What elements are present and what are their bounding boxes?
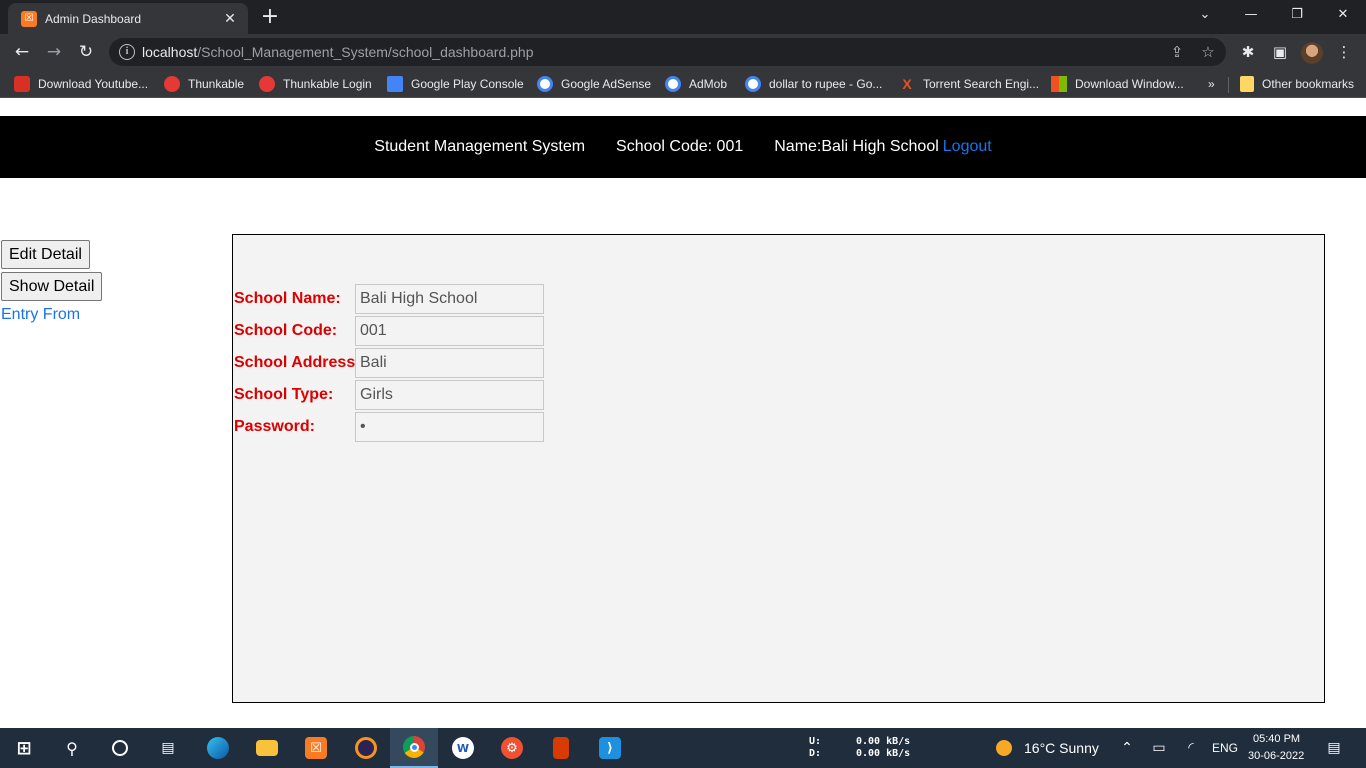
clock-time[interactable]: 05:40 PM [1253,733,1300,745]
address-bar[interactable]: i localhost/School_Management_System/sch… [109,38,1226,66]
show-hidden-icons[interactable]: ⌃ [1117,738,1137,758]
extensions-icon[interactable]: ✱ [1234,38,1262,66]
task-view-icon[interactable]: ▤ [144,728,192,768]
word-online-icon[interactable]: W [439,728,487,768]
share-icon[interactable]: ⇪ [1167,42,1187,62]
youtube-download-icon [14,76,30,92]
folder-icon [1240,76,1254,92]
school-address-field[interactable]: Bali [355,348,544,378]
bookmarks-overflow-icon[interactable]: » [1208,75,1215,93]
close-window-icon[interactable]: ✕ [1320,0,1366,30]
close-tab-icon[interactable]: ✕ [222,11,238,27]
git-icon[interactable]: ⚙ [488,728,536,768]
field-label: School Type: [234,386,334,403]
page-content: Student Management System School Code: 0… [0,98,1366,728]
bookmark-item[interactable]: Thunkable Login [259,75,372,93]
xampp-icon: ☒ [21,10,37,27]
restore-icon[interactable]: ❐ [1274,0,1320,30]
thunkable-icon [164,76,180,92]
play-console-icon [387,76,403,92]
torrent-icon: X [902,76,912,92]
side-panel-icon[interactable]: ▣ [1266,38,1294,66]
system-title: Student Management System [374,138,586,155]
bookmark-item[interactable]: Google Play Console [387,75,524,93]
school-code-field[interactable]: 001 [355,316,544,346]
eclipse-icon[interactable] [342,728,390,768]
field-label: School Code: [234,322,338,339]
file-explorer-icon[interactable] [243,728,291,768]
logout-link[interactable]: Logout [943,138,992,156]
forward-icon[interactable]: → [40,38,68,66]
show-detail-button[interactable]: Show Detail [1,272,103,301]
bookmark-item[interactable]: AdMob [665,75,727,93]
google-icon [537,76,553,92]
vscode-icon[interactable]: ⟩ [586,728,634,768]
search-icon[interactable]: ⚲ [48,728,96,768]
browser-tabstrip: ☒ Admin Dashboard ✕ + ⌄ — ❐ ✕ [0,0,1366,34]
edge-icon[interactable] [194,728,242,768]
language-indicator[interactable]: ENG [1212,741,1238,755]
school-name-label: Name:Bali High School [774,138,939,155]
tab-title: Admin Dashboard [45,11,142,26]
battery-icon[interactable]: ▭ [1149,738,1169,758]
bookmark-item[interactable]: Google AdSense [537,75,651,93]
field-label: School Name: [234,290,341,307]
reload-icon[interactable]: ↻ [72,38,100,66]
school-code-label: School Code: 001 [616,138,744,155]
new-tab-icon[interactable]: + [259,6,281,28]
bookmarks-divider [1228,77,1229,93]
field-label: School Address: [234,354,361,371]
chrome-menu-icon[interactable]: ⋮ [1330,38,1358,66]
notifications-icon[interactable]: ▤ [1324,738,1344,758]
tab-search-icon[interactable]: ⌄ [1182,0,1228,30]
bookmark-item[interactable]: Download Youtube... [14,75,148,93]
google-icon [665,76,681,92]
cortana-icon[interactable] [96,728,144,768]
start-icon[interactable]: ⊞ [0,728,48,768]
office-icon[interactable] [537,728,585,768]
browser-toolbar: ← → ↻ i localhost/School_Management_Syst… [0,34,1366,70]
entry-form-link[interactable]: Entry From [1,306,80,324]
wifi-icon[interactable]: ◜ [1181,738,1201,758]
site-info-icon[interactable]: i [119,44,135,60]
minimize-icon[interactable]: — [1228,0,1274,30]
thunkable-icon [259,76,275,92]
bookmark-item[interactable]: Thunkable [164,75,244,93]
net-labels: U: D: [809,736,822,759]
edit-detail-button[interactable]: Edit Detail [1,240,90,269]
window-controls: ⌄ — ❐ ✕ [1182,0,1366,30]
xampp-icon[interactable]: ☒ [292,728,340,768]
chrome-icon[interactable] [390,728,438,768]
bookmark-item[interactable]: Download Window... [1051,75,1184,93]
password-field[interactable]: • [355,412,544,442]
google-icon [745,76,761,92]
field-label: Password: [234,418,315,435]
windows-icon [1051,76,1067,92]
weather-sun-icon[interactable] [994,738,1014,758]
bookmark-star-icon[interactable]: ☆ [1198,42,1218,62]
browser-tab[interactable]: ☒ Admin Dashboard ✕ [8,3,248,34]
school-name-field[interactable]: Bali High School [355,284,544,314]
bookmarks-bar: Download Youtube... Thunkable Thunkable … [0,70,1366,98]
weather-text[interactable]: 16°C Sunny [1024,740,1099,756]
detail-panel: School Name: Bali High School School Cod… [232,234,1325,703]
url-text[interactable]: localhost/School_Management_System/schoo… [142,44,533,60]
top-header: Student Management System School Code: 0… [0,116,1366,178]
back-icon[interactable]: ← [8,38,36,66]
windows-taskbar: ⊞ ⚲ ▤ ☒ W ⚙ ⟩ U: D: 0.00 kB/s 0.00 kB/s … [0,728,1366,768]
profile-avatar[interactable] [1301,42,1323,64]
school-type-field[interactable]: Girls [355,380,544,410]
other-bookmarks[interactable]: Other bookmarks [1240,75,1354,93]
net-speeds: 0.00 kB/s 0.00 kB/s [856,736,911,759]
bookmark-item[interactable]: X Torrent Search Engi... [899,75,1039,93]
clock-date[interactable]: 30-06-2022 [1248,750,1304,762]
bookmark-item[interactable]: dollar to rupee - Go... [745,75,882,93]
